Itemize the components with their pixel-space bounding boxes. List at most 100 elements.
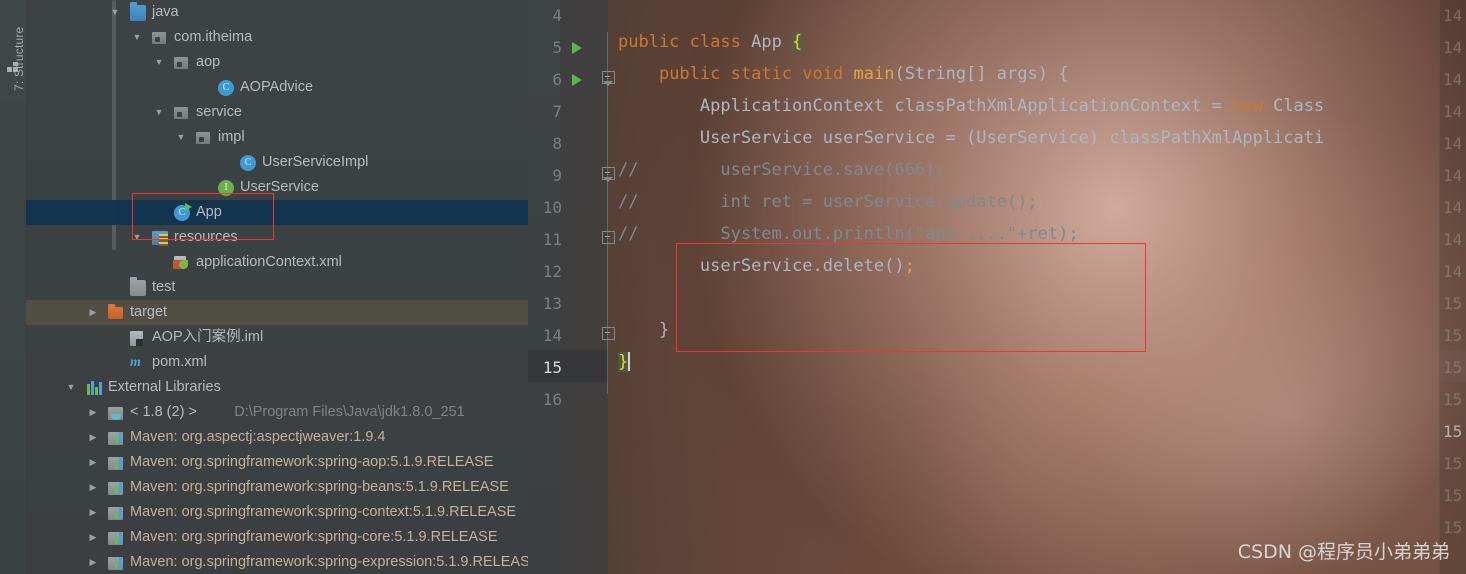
chevron-down-icon[interactable]: ▼: [152, 100, 166, 125]
secondary-line-number: 15: [1443, 294, 1463, 313]
tree-item-label: pom.xml: [152, 354, 207, 370]
secondary-line-number: 14: [1443, 230, 1463, 249]
chevron-right-icon[interactable]: ▶: [86, 550, 100, 574]
tree-item-maven-org-springframework-spring-beans-5-1-9-release[interactable]: ▶ Maven: org.springframework:spring-beans…: [26, 475, 528, 500]
chevron-right-icon[interactable]: ▶: [86, 475, 100, 500]
tree-item-aop[interactable]: ▼ aop: [26, 50, 528, 75]
secondary-editor-gutter: 14 14 14 14 14 14 14 14 14 15 15 15 15 15 15 15 15: [1439, 0, 1466, 574]
external-libraries-icon: [86, 380, 102, 396]
tree-item-label: Maven: org.springframework:spring-expres…: [130, 554, 528, 570]
line-number: 9: [552, 166, 562, 185]
tool-window-strip[interactable]: 7: Structure: [0, 0, 27, 574]
code-line-15: }: [618, 352, 631, 372]
tree-item-label: com.itheima: [174, 29, 253, 45]
maven-lib-icon: [108, 532, 123, 545]
secondary-line-number: 14: [1443, 70, 1463, 89]
structure-icon: [7, 62, 20, 74]
chevron-down-icon[interactable]: ▼: [130, 25, 144, 50]
tree-item-applicationcontext-xml[interactable]: applicationContext.xml: [26, 250, 528, 275]
line-number: 10: [542, 198, 562, 217]
spring-xml-icon: [173, 256, 188, 269]
chevron-right-icon[interactable]: ▶: [86, 525, 100, 550]
chevron-down-icon[interactable]: ▼: [152, 50, 166, 75]
tree-item-label: test: [152, 279, 176, 295]
tree-item-app[interactable]: C App: [26, 200, 528, 225]
tree-item-label: External Libraries: [108, 379, 221, 395]
tree-item-com-itheima[interactable]: ▼ com.itheima: [26, 25, 528, 50]
maven-lib-icon: [108, 482, 123, 495]
line-number: 14: [542, 326, 562, 345]
maven-m-icon: m: [130, 355, 141, 370]
code-line-7: ApplicationContext classPathXmlApplicati…: [699, 96, 1325, 116]
tree-item-external-libraries[interactable]: ▼ External Libraries: [26, 375, 528, 400]
secondary-line-number: 14: [1443, 198, 1463, 217]
chevron-down-icon[interactable]: ▼: [130, 225, 144, 250]
maven-lib-icon: [108, 507, 123, 520]
tree-item-test[interactable]: test: [26, 275, 528, 300]
ide-screenshot: 7: Structure ▼ java ▼ com.itheima ▼ aop C AOPAd…: [0, 0, 1466, 574]
tree-item-aop-iml[interactable]: AOP入门案例.iml: [26, 325, 528, 350]
line-number: 6: [552, 70, 562, 89]
maven-lib-icon: [108, 557, 123, 570]
package-icon: [152, 32, 166, 44]
chevron-down-icon[interactable]: ▼: [174, 125, 188, 150]
secondary-line-number: 14: [1443, 38, 1463, 57]
tree-item-impl[interactable]: ▼ impl: [26, 125, 528, 150]
chevron-right-icon[interactable]: ▶: [86, 450, 100, 475]
tree-item-label: UserService: [240, 179, 319, 195]
line-number: 4: [552, 6, 562, 25]
code-editor[interactable]: 4 5 6 7 8 9 10 11 12 13 14 15 16 public class App { …: [528, 0, 1466, 574]
tree-item-label: UserServiceImpl: [262, 154, 369, 170]
tree-item-label: < 1.8 (2) >: [130, 404, 197, 420]
tree-item-resources[interactable]: ▼ resources: [26, 225, 528, 250]
maven-lib-icon: [108, 457, 123, 470]
tree-item-maven-org-springframework-spring-core-5-1-9-release[interactable]: ▶ Maven: org.springframework:spring-core:…: [26, 525, 528, 550]
tree-item-userserviceimpl[interactable]: C UserServiceImpl: [26, 150, 528, 175]
folder-grey-icon: [130, 277, 146, 296]
tree-item-maven-org-springframework-spring-expression-5-1-9-release[interactable]: ▶ Maven: org.springframework:spring-expre…: [26, 550, 528, 574]
chevron-right-icon[interactable]: ▶: [86, 300, 100, 325]
watermark: CSDN @程序员小弟弟弟: [1237, 541, 1450, 563]
maven-lib-icon: [108, 432, 123, 445]
chevron-right-icon[interactable]: ▶: [86, 400, 100, 425]
tree-item-label: Maven: org.springframework:spring-core:5…: [130, 529, 498, 545]
tree-item-label: App: [196, 204, 222, 220]
tree-item-path: D:\Program Files\Java\jdk1.8.0_251: [234, 404, 465, 420]
package-icon: [196, 132, 210, 144]
folder-blue-icon: [130, 2, 146, 21]
editor-gutter[interactable]: 4 5 6 7 8 9 10 11 12 13 14 15 16: [528, 0, 615, 574]
tree-item-label: Maven: org.springframework:spring-aop:5.…: [130, 454, 494, 470]
line-number: 12: [542, 262, 562, 281]
tree-item-maven-org-aspectj-aspectjweaver-1-9-4[interactable]: ▶ Maven: org.aspectj:aspectjweaver:1.9.4: [26, 425, 528, 450]
tree-item-maven-org-springframework-spring-context-5-1-9-release[interactable]: ▶ Maven: org.springframework:spring-conte…: [26, 500, 528, 525]
tree-item-label: resources: [174, 229, 238, 245]
tree-item-aopadvice[interactable]: C AOPAdvice: [26, 75, 528, 100]
run-gutter-icon[interactable]: [572, 42, 582, 54]
project-tool-window[interactable]: ▼ java ▼ com.itheima ▼ aop C AOPAdvice ▼ service ▼…: [26, 0, 528, 574]
tree-item-userservice[interactable]: I UserService: [26, 175, 528, 200]
line-number: 7: [552, 102, 562, 121]
tree-item-maven-org-springframework-spring-aop-5-1-9-release[interactable]: ▶ Maven: org.springframework:spring-aop:5…: [26, 450, 528, 475]
chevron-right-icon[interactable]: ▶: [86, 500, 100, 525]
secondary-line-number: 15: [1443, 358, 1463, 377]
chevron-right-icon[interactable]: ▶: [86, 425, 100, 450]
chevron-down-icon[interactable]: ▼: [108, 0, 122, 25]
package-icon: [174, 107, 188, 119]
chevron-down-icon[interactable]: ▼: [64, 375, 78, 400]
tree-item-java[interactable]: ▼ java: [26, 0, 528, 25]
tree-item-target[interactable]: ▶ target: [26, 300, 528, 325]
run-gutter-icon[interactable]: [572, 74, 582, 86]
code-text-area[interactable]: public class App { public static void ma…: [608, 0, 1466, 574]
structure-tool-button[interactable]: 7: Structure: [12, 15, 26, 91]
tree-item-pom-xml[interactable]: m pom.xml: [26, 350, 528, 375]
secondary-line-number: 14: [1443, 166, 1463, 185]
secondary-line-number: 15: [1443, 518, 1463, 537]
tree-item-label: applicationContext.xml: [196, 254, 342, 270]
secondary-line-number: 15: [1443, 454, 1463, 473]
secondary-line-number: 15: [1443, 390, 1463, 409]
tree-item-1-8-2[interactable]: ▶ < 1.8 (2) > D:\Program Files\Java\jdk1.8…: [26, 400, 528, 425]
tree-item-label: Maven: org.aspectj:aspectjweaver:1.9.4: [130, 429, 386, 445]
tree-item-service[interactable]: ▼ service: [26, 100, 528, 125]
tree-item-label: AOP入门案例.iml: [152, 329, 264, 345]
code-line-8: UserService userService = (UserService) …: [699, 128, 1325, 148]
